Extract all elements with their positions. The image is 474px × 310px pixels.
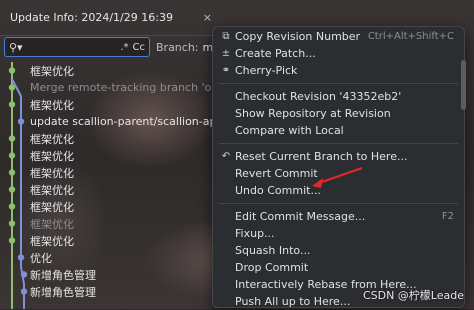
commit-message: 框架优化 bbox=[30, 217, 74, 231]
commit-row[interactable]: 框架优化 bbox=[0, 198, 215, 215]
menu-item-cherry-pick[interactable]: ⚭ Cherry-Pick bbox=[213, 62, 464, 79]
menu-item-drop-commit[interactable]: Drop Commit bbox=[213, 259, 464, 276]
commit-message: 新增角色管理 bbox=[30, 268, 96, 282]
commit-message: 框架优化 bbox=[30, 200, 74, 214]
commit-search-field[interactable]: ⚲▾ .* Cc bbox=[4, 37, 150, 57]
menu-item-label: Edit Commit Message... bbox=[235, 210, 366, 223]
menu-item-label: Revert Commit bbox=[235, 167, 318, 180]
commit-message: 框架优化 bbox=[30, 234, 74, 248]
branch-label: Branch: bbox=[156, 40, 199, 54]
commit-row[interactable]: 框架优化 bbox=[0, 164, 215, 181]
commit-message: 框架优化 bbox=[30, 98, 74, 112]
commit-row[interactable]: 优化 bbox=[0, 249, 215, 266]
commit-row[interactable]: 框架优化 bbox=[0, 62, 215, 79]
commit-row[interactable]: 框架优化 bbox=[0, 96, 215, 113]
close-icon[interactable]: × bbox=[203, 11, 212, 24]
update-info-header: Update Info: 2024/1/29 16:39 × bbox=[0, 0, 220, 36]
commit-message: update scallion-parent/scallion-app/src bbox=[30, 115, 215, 128]
menu-item-label: Compare with Local bbox=[235, 124, 344, 137]
commit-row[interactable]: 框架优化 bbox=[0, 130, 215, 147]
menu-item-label: Cherry-Pick bbox=[235, 64, 298, 77]
regex-toggle[interactable]: .* bbox=[120, 42, 128, 53]
search-icon[interactable]: ⚲▾ bbox=[9, 41, 23, 54]
scrollbar-thumb[interactable] bbox=[461, 60, 466, 110]
menu-item-undo-commit[interactable]: Undo Commit... bbox=[213, 182, 464, 199]
menu-item-compare-with-local[interactable]: Compare with Local bbox=[213, 122, 464, 139]
context-menu: ⧉ Copy Revision Number Ctrl+Alt+Shift+C ± Cr… bbox=[212, 26, 465, 308]
commit-row[interactable]: Merge remote-tracking branch 'origin/m bbox=[0, 79, 215, 96]
cherry-pick-icon: ⚭ bbox=[221, 65, 231, 76]
menu-item-label: Drop Commit bbox=[235, 261, 309, 274]
search-input[interactable] bbox=[26, 41, 117, 53]
commit-row[interactable]: 框架优化 bbox=[0, 147, 215, 164]
commit-message: 框架优化 bbox=[30, 132, 74, 146]
menu-separator bbox=[219, 203, 458, 204]
menu-item-edit-commit-message[interactable]: Edit Commit Message... F2 bbox=[213, 208, 464, 225]
patch-icon: ± bbox=[221, 48, 231, 59]
menu-item-reset-current-branch-to-here[interactable]: ↶ Reset Current Branch to Here... bbox=[213, 148, 464, 165]
menu-item-fixup[interactable]: Fixup... bbox=[213, 225, 464, 242]
menu-item-label: Checkout Revision '43352eb2' bbox=[235, 90, 402, 103]
commit-message: 框架优化 bbox=[30, 64, 74, 78]
commit-message: 框架优化 bbox=[30, 149, 74, 163]
menu-item-label: Show Repository at Revision bbox=[235, 107, 391, 120]
menu-item-shortcut: Ctrl+Alt+Shift+C bbox=[367, 31, 454, 42]
menu-item-label: Undo Commit... bbox=[235, 184, 321, 197]
commit-message: 框架优化 bbox=[30, 166, 74, 180]
commit-row[interactable]: update scallion-parent/scallion-app/src bbox=[0, 113, 215, 130]
menu-item-label: Fixup... bbox=[235, 227, 275, 240]
menu-item-shortcut: F2 bbox=[441, 211, 454, 222]
commit-message: 优化 bbox=[30, 251, 52, 265]
menu-item-squash-into[interactable]: Squash Into... bbox=[213, 242, 464, 259]
commit-row[interactable]: 框架优化 bbox=[0, 181, 215, 198]
menu-item-show-repository-at-revision[interactable]: Show Repository at Revision bbox=[213, 105, 464, 122]
menu-item-copy-revision-number[interactable]: ⧉ Copy Revision Number Ctrl+Alt+Shift+C bbox=[213, 28, 464, 45]
commit-row[interactable]: 框架优化 bbox=[0, 215, 215, 232]
commit-row[interactable]: 新增角色管理 bbox=[0, 283, 215, 300]
copy-icon: ⧉ bbox=[222, 31, 230, 42]
watermark: CSDN @柠檬Leade bbox=[362, 289, 464, 302]
menu-item-label: Copy Revision Number bbox=[235, 30, 361, 43]
commit-message: 新增角色管理 bbox=[30, 285, 96, 299]
menu-item-create-patch[interactable]: ± Create Patch... bbox=[213, 45, 464, 62]
menu-item-checkout-revision-43352eb2[interactable]: Checkout Revision '43352eb2' bbox=[213, 88, 464, 105]
commit-row[interactable]: 框架优化 bbox=[0, 232, 215, 249]
commit-message: 框架优化 bbox=[30, 183, 74, 197]
menu-item-revert-commit[interactable]: Revert Commit bbox=[213, 165, 464, 182]
commit-list: 框架优化 Merge remote-tracking branch 'origin… bbox=[0, 62, 215, 300]
menu-item-label: Reset Current Branch to Here... bbox=[235, 150, 408, 163]
menu-item-label: Create Patch... bbox=[235, 47, 316, 60]
menu-separator bbox=[219, 83, 458, 84]
commit-message: Merge remote-tracking branch 'origin/m bbox=[30, 81, 215, 94]
commit-row[interactable]: 新增角色管理 bbox=[0, 266, 215, 283]
menu-item-label: Push All up to Here... bbox=[235, 295, 351, 308]
match-case-toggle[interactable]: Cc bbox=[133, 42, 145, 53]
header-title: Update Info: 2024/1/29 16:39 bbox=[10, 11, 173, 24]
menu-item-label: Squash Into... bbox=[235, 244, 311, 257]
reset-icon: ↶ bbox=[221, 151, 231, 162]
menu-separator bbox=[219, 143, 458, 144]
